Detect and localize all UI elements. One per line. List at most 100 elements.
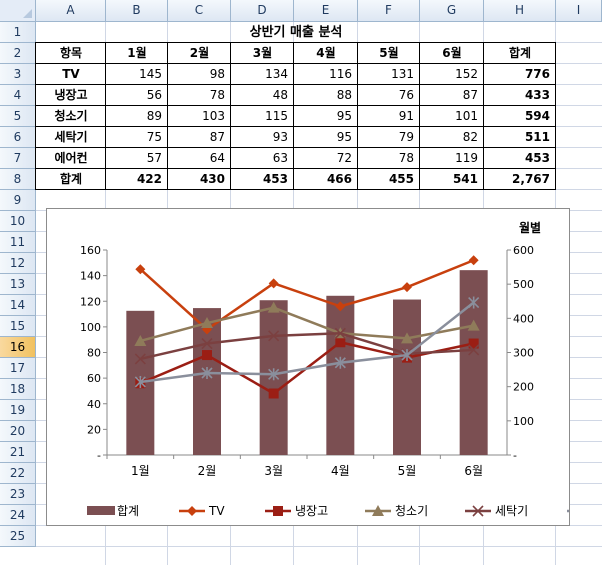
x-tick-label: 2월 [198,464,217,478]
y2-tick-label: 600 [513,244,534,257]
table-border [36,42,556,43]
value-cell[interactable]: 91 [358,106,420,127]
select-all-corner[interactable] [0,0,36,22]
value-cell[interactable]: 56 [106,85,168,106]
row-header-6[interactable]: 6 [0,127,36,148]
row-header-3[interactable]: 3 [0,64,36,85]
column-header-c[interactable]: C [168,0,231,22]
row-label-cell[interactable]: 냉장고 [36,85,106,106]
value-cell[interactable]: 430 [168,169,231,190]
header-cell[interactable]: 6월 [420,43,484,64]
row-header-12[interactable]: 12 [0,253,36,274]
value-cell[interactable]: 115 [231,106,294,127]
value-cell[interactable]: 541 [420,169,484,190]
value-cell[interactable]: 87 [168,127,231,148]
value-cell[interactable]: 103 [168,106,231,127]
row-header-8[interactable]: 8 [0,169,36,190]
column-header-h[interactable]: H [484,0,556,22]
total-cell[interactable]: 594 [484,106,556,127]
value-cell[interactable]: 78 [358,148,420,169]
row-header-15[interactable]: 15 [0,316,36,337]
value-cell[interactable]: 145 [106,64,168,85]
value-cell[interactable]: 88 [294,85,358,106]
sales-chart[interactable]: 160 140 120 100 80 60 40 20 - 600 500 400 300 200 100 -… [46,208,602,526]
row-header-19[interactable]: 19 [0,400,36,421]
column-header-i[interactable]: I [556,0,602,22]
row-header-21[interactable]: 21 [0,442,36,463]
value-cell[interactable]: 95 [294,106,358,127]
value-cell[interactable]: 63 [231,148,294,169]
value-cell[interactable]: 131 [358,64,420,85]
total-cell[interactable]: 511 [484,127,556,148]
value-cell[interactable]: 116 [294,64,358,85]
header-cell[interactable]: 1월 [106,43,168,64]
value-cell[interactable]: 95 [294,127,358,148]
row-label-cell[interactable]: 에어컨 [36,148,106,169]
row-header-18[interactable]: 18 [0,379,36,400]
row-header-7[interactable]: 7 [0,148,36,169]
value-cell[interactable]: 79 [358,127,420,148]
value-cell[interactable]: 466 [294,169,358,190]
column-header-a[interactable]: A [36,0,106,22]
header-cell[interactable]: 5월 [358,43,420,64]
row-header-11[interactable]: 11 [0,232,36,253]
value-cell[interactable]: 455 [358,169,420,190]
value-cell[interactable]: 98 [168,64,231,85]
value-cell[interactable]: 78 [168,85,231,106]
total-cell[interactable]: 2,767 [484,169,556,190]
value-cell[interactable]: 93 [231,127,294,148]
value-cell[interactable]: 119 [420,148,484,169]
row-header-13[interactable]: 13 [0,274,36,295]
row-header-5[interactable]: 5 [0,106,36,127]
column-header-b[interactable]: B [106,0,168,22]
row-header-23[interactable]: 23 [0,484,36,505]
value-cell[interactable]: 453 [231,169,294,190]
value-cell[interactable]: 72 [294,148,358,169]
value-cell[interactable]: 48 [231,85,294,106]
row-header-9[interactable]: 9 [0,190,36,211]
x-tick-label: 4월 [331,464,350,478]
header-cell[interactable]: 2월 [168,43,231,64]
row-header-16[interactable]: 16 [0,337,36,358]
row-label-cell[interactable]: 청소기 [36,106,106,127]
header-cell[interactable]: 3월 [231,43,294,64]
row-header-2[interactable]: 2 [0,43,36,64]
row-header-22[interactable]: 22 [0,463,36,484]
header-cell[interactable]: 항목 [36,43,106,64]
value-cell[interactable]: 76 [358,85,420,106]
row-header-25[interactable]: 25 [0,526,36,547]
value-cell[interactable]: 64 [168,148,231,169]
value-cell[interactable]: 422 [106,169,168,190]
total-cell[interactable]: 433 [484,85,556,106]
row-header-24[interactable]: 24 [0,505,36,526]
header-cell[interactable]: 합계 [484,43,556,64]
value-cell[interactable]: 134 [231,64,294,85]
y2-tick-label: 400 [513,312,534,325]
y-tick-label: 40 [87,398,101,411]
value-cell[interactable]: 57 [106,148,168,169]
column-header-f[interactable]: F [358,0,420,22]
row-label-cell[interactable]: 세탁기 [36,127,106,148]
row-header-20[interactable]: 20 [0,421,36,442]
total-cell[interactable]: 453 [484,148,556,169]
row-label-cell[interactable]: 합계 [36,169,106,190]
value-cell[interactable]: 89 [106,106,168,127]
sheet-title-cell[interactable]: 상반기 매출 분석 [36,22,556,43]
header-cell[interactable]: 4월 [294,43,358,64]
column-header-g[interactable]: G [420,0,484,22]
value-cell[interactable]: 75 [106,127,168,148]
column-header-e[interactable]: E [294,0,358,22]
total-cell[interactable]: 776 [484,64,556,85]
row-header-14[interactable]: 14 [0,295,36,316]
value-cell[interactable]: 82 [420,127,484,148]
value-cell[interactable]: 101 [420,106,484,127]
row-label-cell[interactable]: TV [36,64,106,85]
row-header-1[interactable]: 1 [0,22,36,43]
column-header-d[interactable]: D [231,0,294,22]
line-청소기 [140,306,474,343]
row-header-17[interactable]: 17 [0,358,36,379]
row-header-10[interactable]: 10 [0,211,36,232]
row-header-4[interactable]: 4 [0,85,36,106]
value-cell[interactable]: 87 [420,85,484,106]
value-cell[interactable]: 152 [420,64,484,85]
